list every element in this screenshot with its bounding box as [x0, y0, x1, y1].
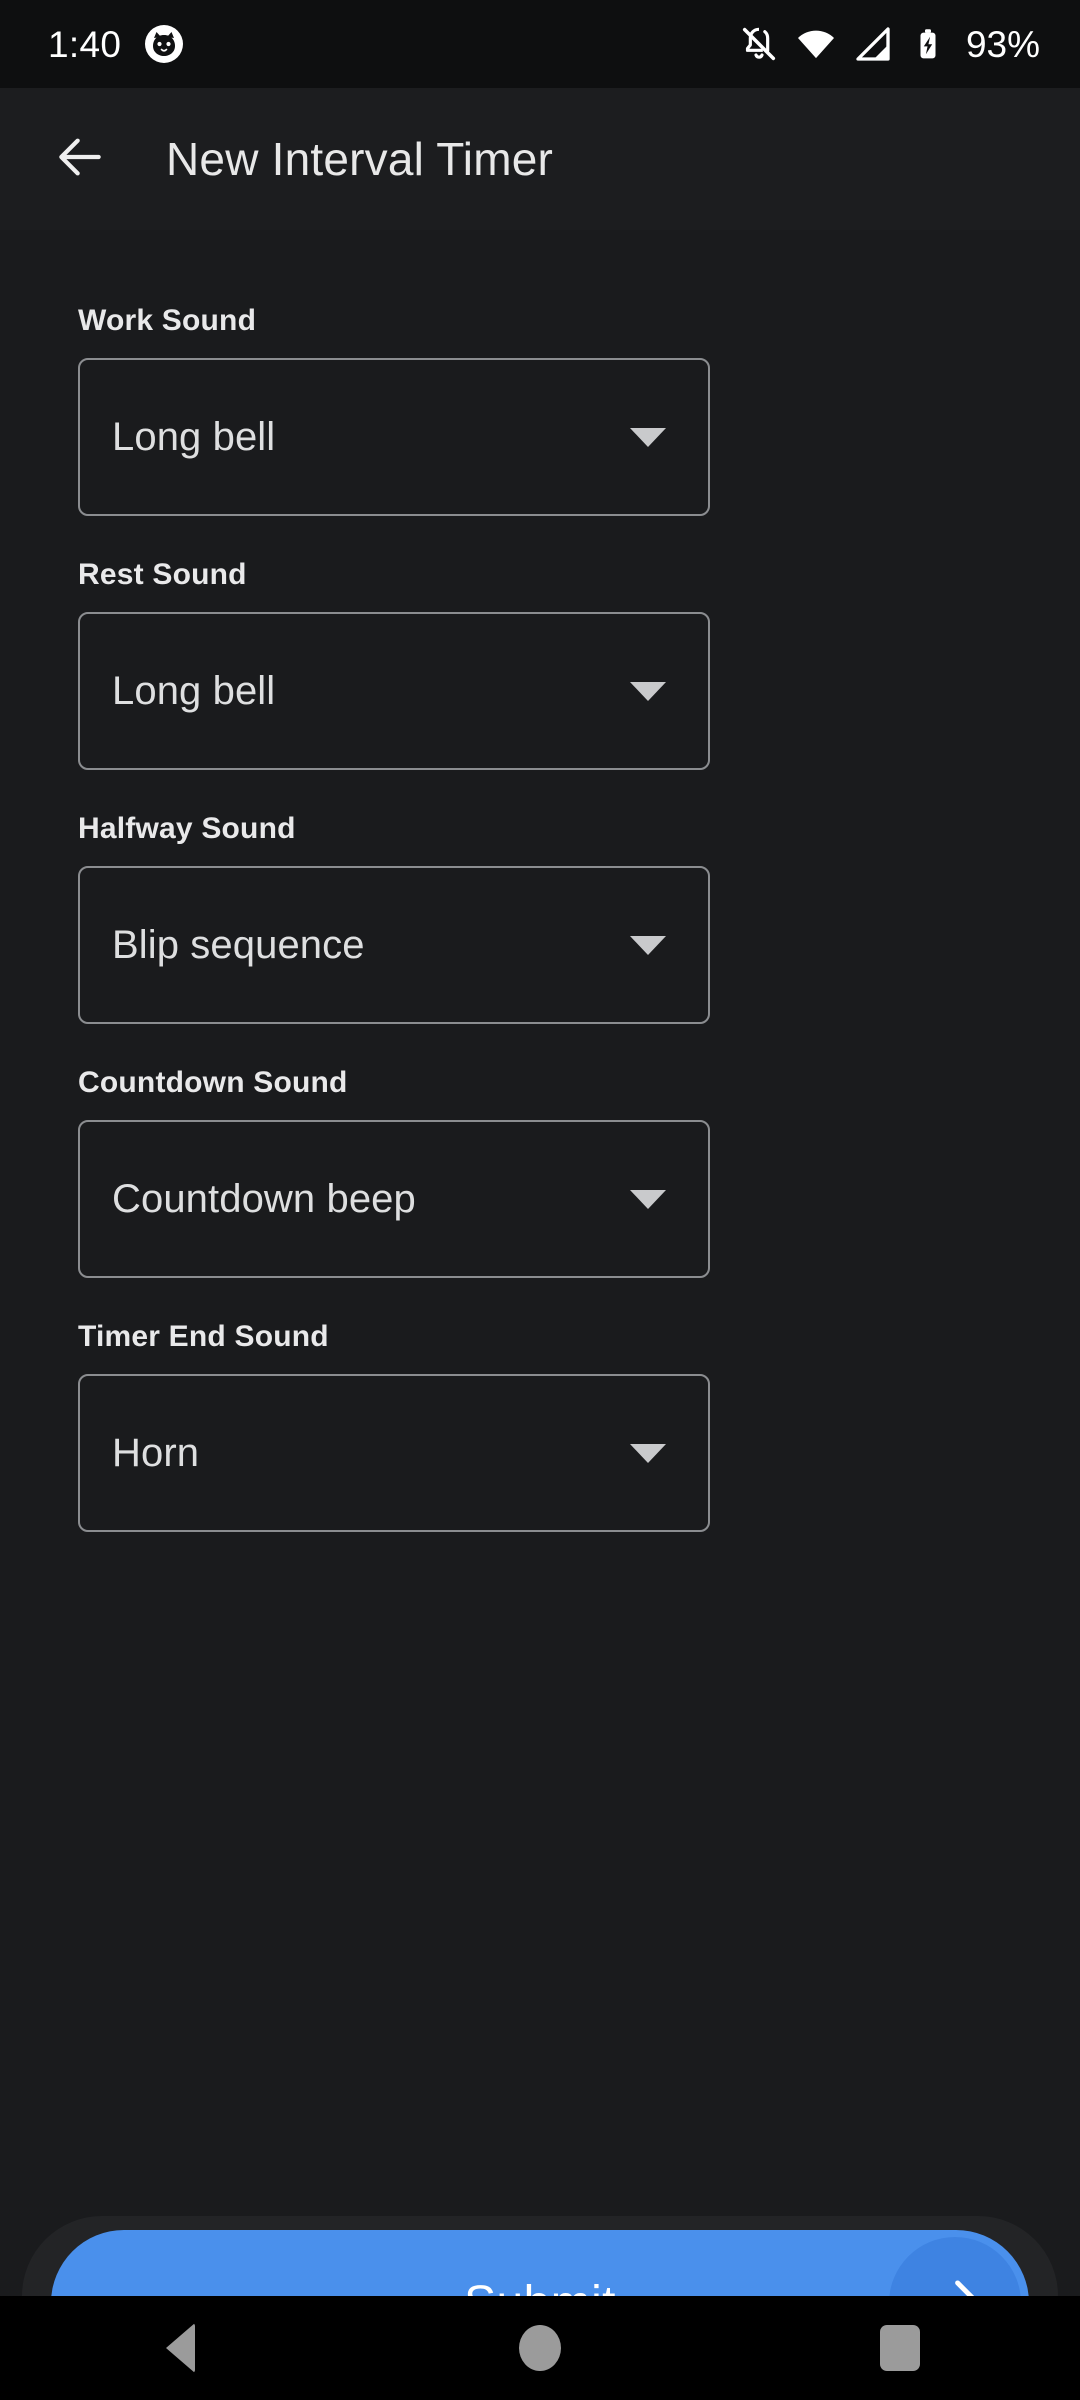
battery-charging-icon [910, 26, 946, 62]
nav-home-circle-icon [519, 2325, 561, 2371]
caret-down-icon [630, 935, 666, 955]
arrow-left-icon [52, 129, 108, 190]
caret-down-icon [630, 1443, 666, 1463]
dropdown-value-work-sound: Long bell [112, 414, 276, 459]
battery-percent-label: 93% [965, 23, 1040, 65]
field-label-countdown-sound: Countdown Sound [78, 1066, 348, 1099]
field-group-work-sound: Work Sound Long bell [0, 306, 1080, 516]
field-label-timer-end-sound: Timer End Sound [78, 1320, 329, 1353]
nav-back-button[interactable] [90, 2296, 270, 2400]
dropdown-value-rest-sound: Long bell [112, 668, 276, 713]
caret-down-icon [630, 427, 666, 447]
nav-back-triangle-icon [165, 2323, 195, 2373]
field-group-timer-end-sound: Timer End Sound Horn [0, 1322, 1080, 1532]
nav-recents-square-icon [880, 2325, 920, 2371]
android-navigation-bar [0, 2296, 1080, 2400]
caret-down-icon [630, 1189, 666, 1209]
status-bar-right: 93% [739, 24, 1040, 64]
status-bar: 1:40 93% [0, 0, 1080, 88]
page-title: New Interval Timer [166, 133, 554, 185]
dropdown-value-countdown-sound: Countdown beep [112, 1176, 416, 1221]
field-label-halfway-sound: Halfway Sound [78, 812, 296, 845]
field-label-rest-sound: Rest Sound [78, 558, 247, 591]
field-group-countdown-sound: Countdown Sound Countdown beep [0, 1068, 1080, 1278]
field-group-rest-sound: Rest Sound Long bell [0, 560, 1080, 770]
dropdown-rest-sound[interactable]: Long bell [78, 612, 710, 770]
cat-face-icon [145, 25, 184, 63]
ringer-silent-icon [739, 24, 779, 64]
nav-home-button[interactable] [450, 2296, 630, 2400]
dropdown-work-sound[interactable]: Long bell [78, 358, 710, 516]
field-group-halfway-sound: Halfway Sound Blip sequence [0, 814, 1080, 1024]
dropdown-countdown-sound[interactable]: Countdown beep [78, 1120, 710, 1278]
dropdown-value-timer-end-sound: Horn [112, 1430, 200, 1475]
caret-down-icon [630, 681, 666, 701]
app-bar: New Interval Timer [0, 88, 1080, 230]
dropdown-timer-end-sound[interactable]: Horn [78, 1374, 710, 1532]
wifi-icon [796, 24, 836, 64]
nav-recents-button[interactable] [810, 2296, 990, 2400]
status-bar-left: 1:40 [48, 23, 184, 65]
status-clock: 1:40 [48, 23, 122, 65]
dropdown-value-halfway-sound: Blip sequence [112, 922, 365, 967]
field-label-work-sound: Work Sound [78, 304, 257, 337]
phone-screen: 1:40 93% New Interval Timer Work Sound L… [0, 0, 1080, 2400]
dropdown-halfway-sound[interactable]: Blip sequence [78, 866, 710, 1024]
timer-sound-form: Work Sound Long bell Rest Sound Long bel… [0, 230, 1080, 2400]
cellular-signal-icon [853, 24, 893, 64]
back-button[interactable] [48, 127, 112, 191]
